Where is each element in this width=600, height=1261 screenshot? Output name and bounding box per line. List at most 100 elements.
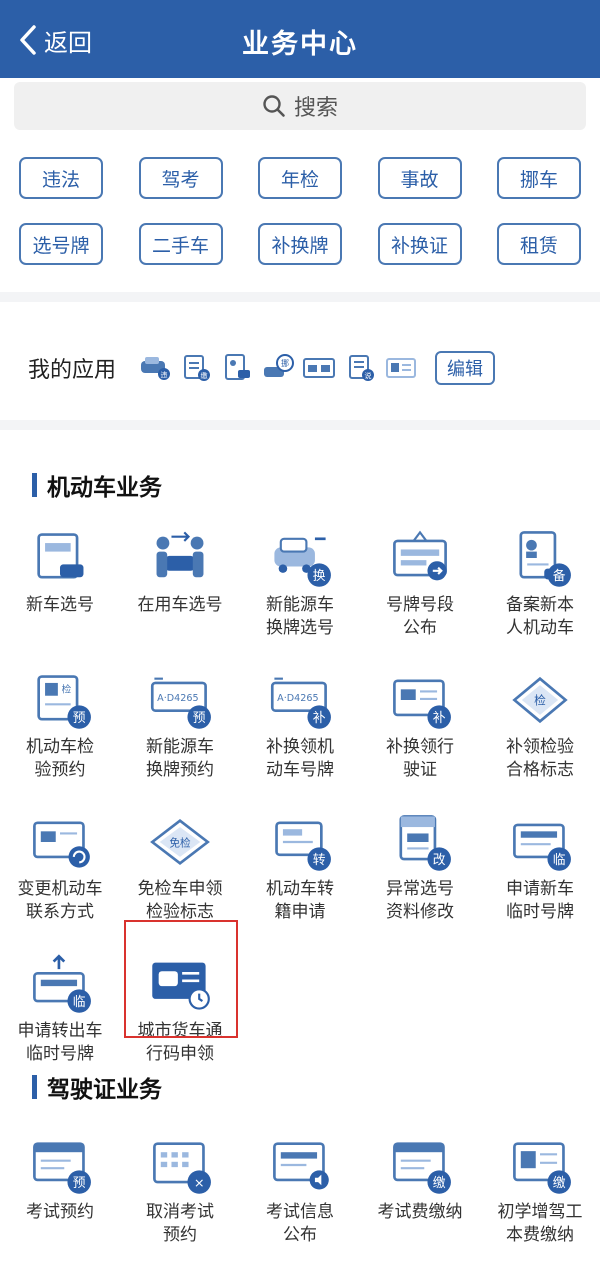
service-label: 考试费缴纳 xyxy=(377,1202,463,1222)
svg-text:缴: 缴 xyxy=(433,1176,446,1191)
violation-app-icon[interactable]: 违 xyxy=(138,353,172,383)
exempt-mark-icon: 免检 xyxy=(148,812,212,872)
service-item[interactable]: A·D4265 预 新能源车 换牌预约 xyxy=(120,670,240,782)
service-item[interactable]: 检 补领检验 合格标志 xyxy=(480,670,600,782)
transfer-icon: 转 xyxy=(268,812,332,872)
tag-used-car[interactable]: 二手车 xyxy=(138,223,223,265)
used-car-number-icon xyxy=(148,528,212,588)
section-title-text: 机动车业务 xyxy=(47,475,162,501)
service-item[interactable]: 临 申请转出车 临时号牌 xyxy=(0,954,120,1066)
inspection-booking-icon: 检预 xyxy=(28,670,92,730)
svg-text:转: 转 xyxy=(313,853,326,868)
svg-text:缴: 缴 xyxy=(201,371,208,380)
temp-plate-out-icon: 临 xyxy=(28,954,92,1014)
service-label: 备案新本 人机动车 xyxy=(506,595,574,638)
tag-accident[interactable]: 事故 xyxy=(377,157,462,199)
service-item[interactable]: 号牌号段 公布 xyxy=(360,528,480,640)
search-input[interactable]: 搜索 xyxy=(14,82,586,130)
car-transfer-app-icon[interactable] xyxy=(302,353,336,383)
svg-text:挪: 挪 xyxy=(281,358,289,368)
move-car-app-icon[interactable]: 挪 xyxy=(261,353,295,383)
service-label: 新能源车 换牌选号 xyxy=(266,595,334,638)
svg-text:缴: 缴 xyxy=(553,1176,566,1191)
service-item[interactable]: 换 新能源车 换牌选号 xyxy=(240,528,360,640)
svg-text:说: 说 xyxy=(365,371,372,380)
section-accent-bar xyxy=(32,473,37,497)
service-item[interactable]: 免检 免检车申领 检验标志 xyxy=(120,812,240,924)
service-item[interactable]: 新车选号 xyxy=(0,528,120,640)
id-card-app-icon[interactable] xyxy=(384,353,418,383)
svg-text:临: 临 xyxy=(73,995,86,1010)
service-label: 新能源车 换牌预约 xyxy=(146,737,214,780)
service-item[interactable]: 缴 初学增驾工 本费缴纳 xyxy=(480,1135,600,1247)
tag-select-plate[interactable]: 选号牌 xyxy=(19,223,103,265)
svg-text:检: 检 xyxy=(534,693,546,707)
notice-app-icon[interactable]: 说 xyxy=(343,353,377,383)
svg-text:免检: 免检 xyxy=(169,836,191,849)
document-app-icon[interactable] xyxy=(220,353,254,383)
service-item[interactable]: 在用车选号 xyxy=(120,528,240,640)
divider xyxy=(0,420,600,430)
new-car-number-icon xyxy=(28,528,92,588)
service-item[interactable]: 变更机动车 联系方式 xyxy=(0,812,120,924)
cancel-exam-icon: × xyxy=(148,1135,212,1195)
svg-text:补: 补 xyxy=(313,711,326,726)
service-item[interactable]: 补 补换领行 驶证 xyxy=(360,670,480,782)
quick-tags: 违法 驾考 年检 事故 挪车 选号牌 二手车 补换牌 补换证 租赁 xyxy=(0,157,600,289)
replace-license-icon: 补 xyxy=(388,670,452,730)
quick-tag-row: 违法 驾考 年检 事故 挪车 xyxy=(0,157,600,199)
service-label: 考试预约 xyxy=(26,1202,94,1222)
service-label: 新车选号 xyxy=(26,595,94,615)
tag-replace-plate[interactable]: 补换牌 xyxy=(258,223,342,265)
service-item[interactable]: 预 考试预约 xyxy=(0,1135,120,1247)
service-item[interactable]: 改 异常选号 资料修改 xyxy=(360,812,480,924)
service-label: 申请新车 临时号牌 xyxy=(506,879,574,922)
header-bar: 返回 业务中心 xyxy=(0,0,600,78)
service-label: 免检车申领 检验标志 xyxy=(137,879,223,922)
my-apps-bar: 我的应用 违 缴 挪 说 编辑 xyxy=(0,333,600,403)
plate-segment-icon xyxy=(388,528,452,588)
section-title-license: 驾驶证业务 xyxy=(32,1070,162,1104)
service-label: 补领检验 合格标志 xyxy=(506,737,574,780)
exam-fee-icon: 缴 xyxy=(388,1135,452,1195)
service-label: 在用车选号 xyxy=(137,595,223,615)
service-item[interactable]: 备 备案新本 人机动车 xyxy=(480,528,600,640)
quick-tag-row: 选号牌 二手车 补换牌 补换证 租赁 xyxy=(0,223,600,265)
service-label: 变更机动车 联系方式 xyxy=(17,879,103,922)
svg-text:预: 预 xyxy=(73,1176,86,1191)
svg-text:补: 补 xyxy=(433,711,446,726)
ev-plate-booking-icon: A·D4265 预 xyxy=(148,670,212,730)
service-item[interactable]: 临 申请新车 临时号牌 xyxy=(480,812,600,924)
service-label: 异常选号 资料修改 xyxy=(386,879,454,922)
tag-rental[interactable]: 租赁 xyxy=(497,223,581,265)
service-item[interactable]: 考试信息 公布 xyxy=(240,1135,360,1247)
edit-apps-button[interactable]: 编辑 xyxy=(435,351,496,385)
payment-app-icon[interactable]: 缴 xyxy=(179,353,213,383)
svg-text:A·D4265: A·D4265 xyxy=(277,693,318,704)
service-label: 补换领行 驶证 xyxy=(386,737,454,780)
tag-replace-license[interactable]: 补换证 xyxy=(377,223,462,265)
license-services-grid: 预 考试预约 × 取消考试 预约 考试信息 公布 缴 考试费缴纳 缴 初学增驾工… xyxy=(0,1135,600,1247)
service-label: 初学增驾工 本费缴纳 xyxy=(497,1202,583,1245)
page-title: 业务中心 xyxy=(242,29,358,60)
svg-text:预: 预 xyxy=(73,711,86,726)
temp-plate-new-icon: 临 xyxy=(508,812,572,872)
svg-text:换: 换 xyxy=(313,569,326,584)
service-item[interactable]: × 取消考试 预约 xyxy=(120,1135,240,1247)
exam-booking-icon: 预 xyxy=(28,1135,92,1195)
svg-text:×: × xyxy=(194,1176,205,1191)
tag-annual-inspection[interactable]: 年检 xyxy=(258,157,342,199)
register-vehicle-icon: 备 xyxy=(508,528,572,588)
change-contact-icon xyxy=(28,812,92,872)
highlight-box xyxy=(124,920,238,1038)
tag-driving-exam[interactable]: 驾考 xyxy=(138,157,223,199)
tag-move-car[interactable]: 挪车 xyxy=(497,157,581,199)
inspection-mark-icon: 检 xyxy=(508,670,572,730)
learner-fee-icon: 缴 xyxy=(508,1135,572,1195)
service-item[interactable]: 转 机动车转 籍申请 xyxy=(240,812,360,924)
service-item[interactable]: 检预 机动车检 验预约 xyxy=(0,670,120,782)
my-apps-label: 我的应用 xyxy=(28,358,117,383)
service-item[interactable]: A·D4265 补 补换领机 动车号牌 xyxy=(240,670,360,782)
service-item[interactable]: 缴 考试费缴纳 xyxy=(360,1135,480,1247)
tag-violation[interactable]: 违法 xyxy=(19,157,103,199)
